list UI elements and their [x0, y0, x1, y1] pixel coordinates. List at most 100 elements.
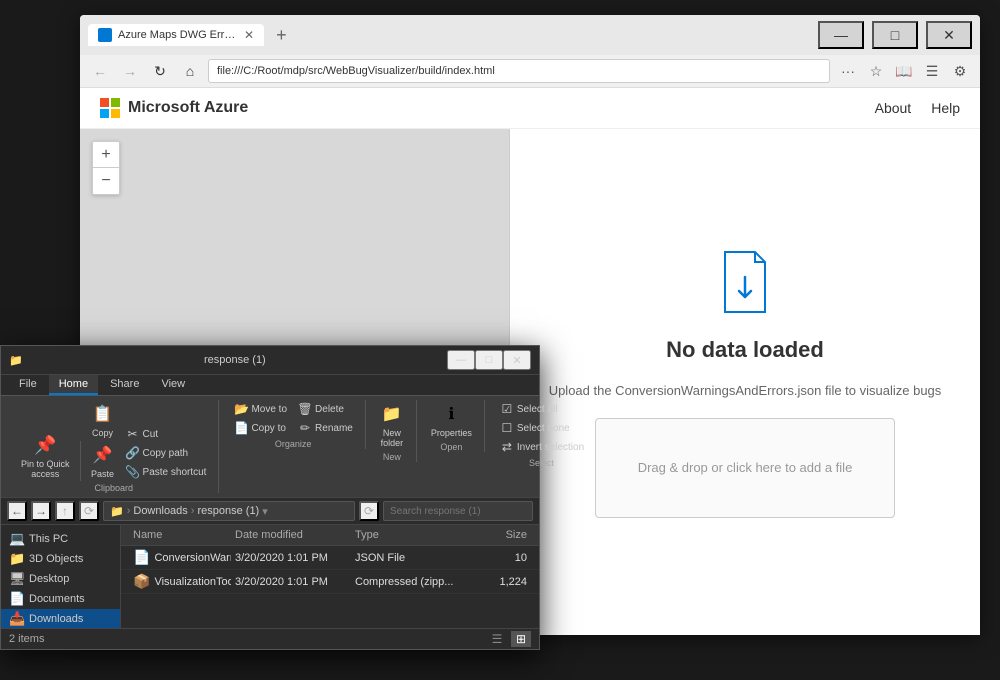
azure-logo-text: Microsoft Azure [128, 99, 248, 117]
fe-file-row-0[interactable]: 📄 ConversionWarningsAndErrors 3/20/2020 … [121, 546, 539, 570]
refresh-button[interactable]: ↻ [148, 59, 172, 83]
nav-help[interactable]: Help [931, 100, 960, 116]
maximize-button[interactable]: □ [872, 21, 918, 49]
tab-favicon [98, 28, 112, 42]
more-button[interactable]: ··· [836, 59, 860, 83]
fe-file-area: 💻 This PC 📁 3D Objects 🖥 Desktop 📄 Docum… [1, 525, 539, 628]
fe-window-controls: — □ ✕ [447, 350, 531, 370]
fe-select-none-button[interactable]: ☐ Select none [495, 419, 588, 437]
fe-view-list-button[interactable]: ☰ [487, 631, 507, 647]
fe-move-icon: 📂 [233, 401, 249, 417]
fe-sidebar-item-3d[interactable]: 📁 3D Objects [1, 549, 120, 569]
fe-paste-button[interactable]: 📌 Paste [87, 441, 119, 481]
nav-about[interactable]: About [875, 100, 912, 116]
fe-refresh-button[interactable]: ⟳ [79, 501, 99, 521]
zoom-out-button[interactable]: − [93, 168, 119, 194]
fe-close-button[interactable]: ✕ [503, 350, 531, 370]
fe-select-none-icon: ☐ [499, 420, 515, 436]
fe-pin-icon: 📌 [33, 433, 57, 457]
fe-clipboard-label: Clipboard [94, 483, 133, 493]
fe-minimize-button[interactable]: — [447, 350, 475, 370]
fe-organize-buttons: 📂 Move to 📄 Copy to 🗑 Delete [229, 400, 356, 437]
fe-file-date-0: 3/20/2020 1:01 PM [231, 552, 351, 564]
file-explorer-window: 📁 response (1) — □ ✕ File Home Share Vie… [0, 345, 540, 650]
fe-title-text: response (1) [29, 354, 441, 366]
hub-icon[interactable]: ☰ [920, 59, 944, 83]
fe-file-type-1: Compressed (zipp... [351, 576, 471, 588]
address-bar[interactable] [208, 59, 830, 83]
close-button[interactable]: ✕ [926, 21, 972, 49]
fe-header-type[interactable]: Type [351, 527, 471, 543]
minimize-button[interactable]: — [818, 21, 864, 49]
fe-up-button[interactable]: ↑ [55, 501, 75, 521]
fe-back-button[interactable]: ← [7, 501, 27, 521]
favorites-icon[interactable]: ☆ [864, 59, 888, 83]
fe-invert-selection-button[interactable]: ⇄ Invert selection [495, 438, 588, 456]
fe-file-name-1: 📦 VisualizationTool [129, 573, 231, 590]
fe-header-date[interactable]: Date modified [231, 527, 351, 543]
fe-copy-to-label: Copy to [251, 423, 285, 434]
zoom-in-button[interactable]: + [93, 142, 119, 168]
fe-new-folder-button[interactable]: 📁 Newfolder [376, 400, 408, 450]
settings-icon[interactable]: ⚙ [948, 59, 972, 83]
fe-tab-home[interactable]: Home [49, 375, 98, 395]
fe-header-name[interactable]: Name [129, 527, 231, 543]
fe-forward-button[interactable]: → [31, 501, 51, 521]
fe-pin-button[interactable]: 📌 Pin to Quickaccess [17, 431, 74, 481]
azure-logo-icon [100, 98, 120, 118]
fe-path-sep1: › [127, 505, 131, 517]
fe-sidebar-item-downloads[interactable]: 📥 Downloads [1, 609, 120, 628]
fe-file-size-1: 1,224 [471, 576, 531, 588]
fe-view-grid-button[interactable]: ⊞ [511, 631, 531, 647]
fe-select-buttons: ☑ Select all ☐ Select none ⇄ Invert sele… [495, 400, 588, 456]
fe-copy-button[interactable]: 📋 Copy [87, 400, 119, 440]
fe-sidebar-item-thispc[interactable]: 💻 This PC [1, 529, 120, 549]
fe-documents-label: Documents [29, 593, 85, 605]
fe-sidebar-item-desktop[interactable]: 🖥 Desktop [1, 569, 120, 589]
fe-file-size-0: 10 [471, 552, 531, 564]
fe-copy-to-button[interactable]: 📄 Copy to [229, 419, 291, 437]
browser-tab[interactable]: Azure Maps DWG Error Visua... ✕ [88, 24, 264, 46]
fe-file-icon-1: 📦 [133, 573, 150, 590]
fe-list-header[interactable]: Name Date modified Type Size [121, 525, 539, 546]
fe-sidebar-item-documents[interactable]: 📄 Documents [1, 589, 120, 609]
fe-tab-view[interactable]: View [151, 375, 195, 395]
fe-select-all-label: Select all [517, 404, 558, 415]
fe-copy-to-icon: 📄 [233, 420, 249, 436]
fe-properties-button[interactable]: ℹ Properties [427, 400, 476, 440]
home-button[interactable]: ⌂ [178, 59, 202, 83]
fe-thispc-icon: 💻 [9, 531, 25, 547]
fe-copy-path-button[interactable]: 🔗 Copy path [121, 444, 211, 462]
fe-documents-icon: 📄 [9, 591, 25, 607]
fe-cut-button[interactable]: ✂ Cut [121, 425, 211, 443]
reading-icon[interactable]: 📖 [892, 59, 916, 83]
fe-move-to-button[interactable]: 📂 Move to [229, 400, 291, 418]
fe-delete-button[interactable]: 🗑 Delete [293, 400, 357, 418]
fe-maximize-button[interactable]: □ [475, 350, 503, 370]
tab-close-button[interactable]: ✕ [244, 28, 254, 42]
fe-tab-file[interactable]: File [9, 375, 47, 395]
right-panel: No data loaded Upload the ConversionWarn… [510, 129, 980, 635]
drop-zone-label: Drag & drop or click here to add a file [638, 460, 853, 475]
fe-open-label: Open [440, 442, 462, 452]
file-drop-zone[interactable]: Drag & drop or click here to add a file [595, 418, 895, 518]
fe-3d-label: 3D Objects [29, 553, 83, 565]
fe-search-input[interactable] [383, 501, 533, 521]
fe-tab-share[interactable]: Share [100, 375, 149, 395]
fe-rename-button[interactable]: ✏ Rename [293, 419, 357, 437]
fe-file-row-1[interactable]: 📦 VisualizationTool 3/20/2020 1:01 PM Co… [121, 570, 539, 594]
fe-paste-shortcut-button[interactable]: 📎 Paste shortcut [121, 463, 211, 481]
new-tab-button[interactable]: + [268, 25, 295, 46]
fe-path-refresh[interactable]: ⟳ [359, 501, 379, 521]
fe-path-downloads: Downloads [133, 505, 187, 517]
fe-select-all-button[interactable]: ☑ Select all [495, 400, 588, 418]
fe-properties-icon: ℹ [439, 402, 463, 426]
fe-file-name-text-0: ConversionWarningsAndErrors [154, 552, 231, 564]
fe-invert-label: Invert selection [517, 442, 584, 453]
fe-path-bar[interactable]: 📁 › Downloads › response (1) ▾ [103, 501, 355, 521]
fe-header-size[interactable]: Size [471, 527, 531, 543]
fe-rename-label: Rename [315, 423, 353, 434]
forward-button[interactable]: → [118, 59, 142, 83]
back-button[interactable]: ← [88, 59, 112, 83]
fe-ribbon-group-organize: 📂 Move to 📄 Copy to 🗑 Delete [221, 400, 365, 449]
